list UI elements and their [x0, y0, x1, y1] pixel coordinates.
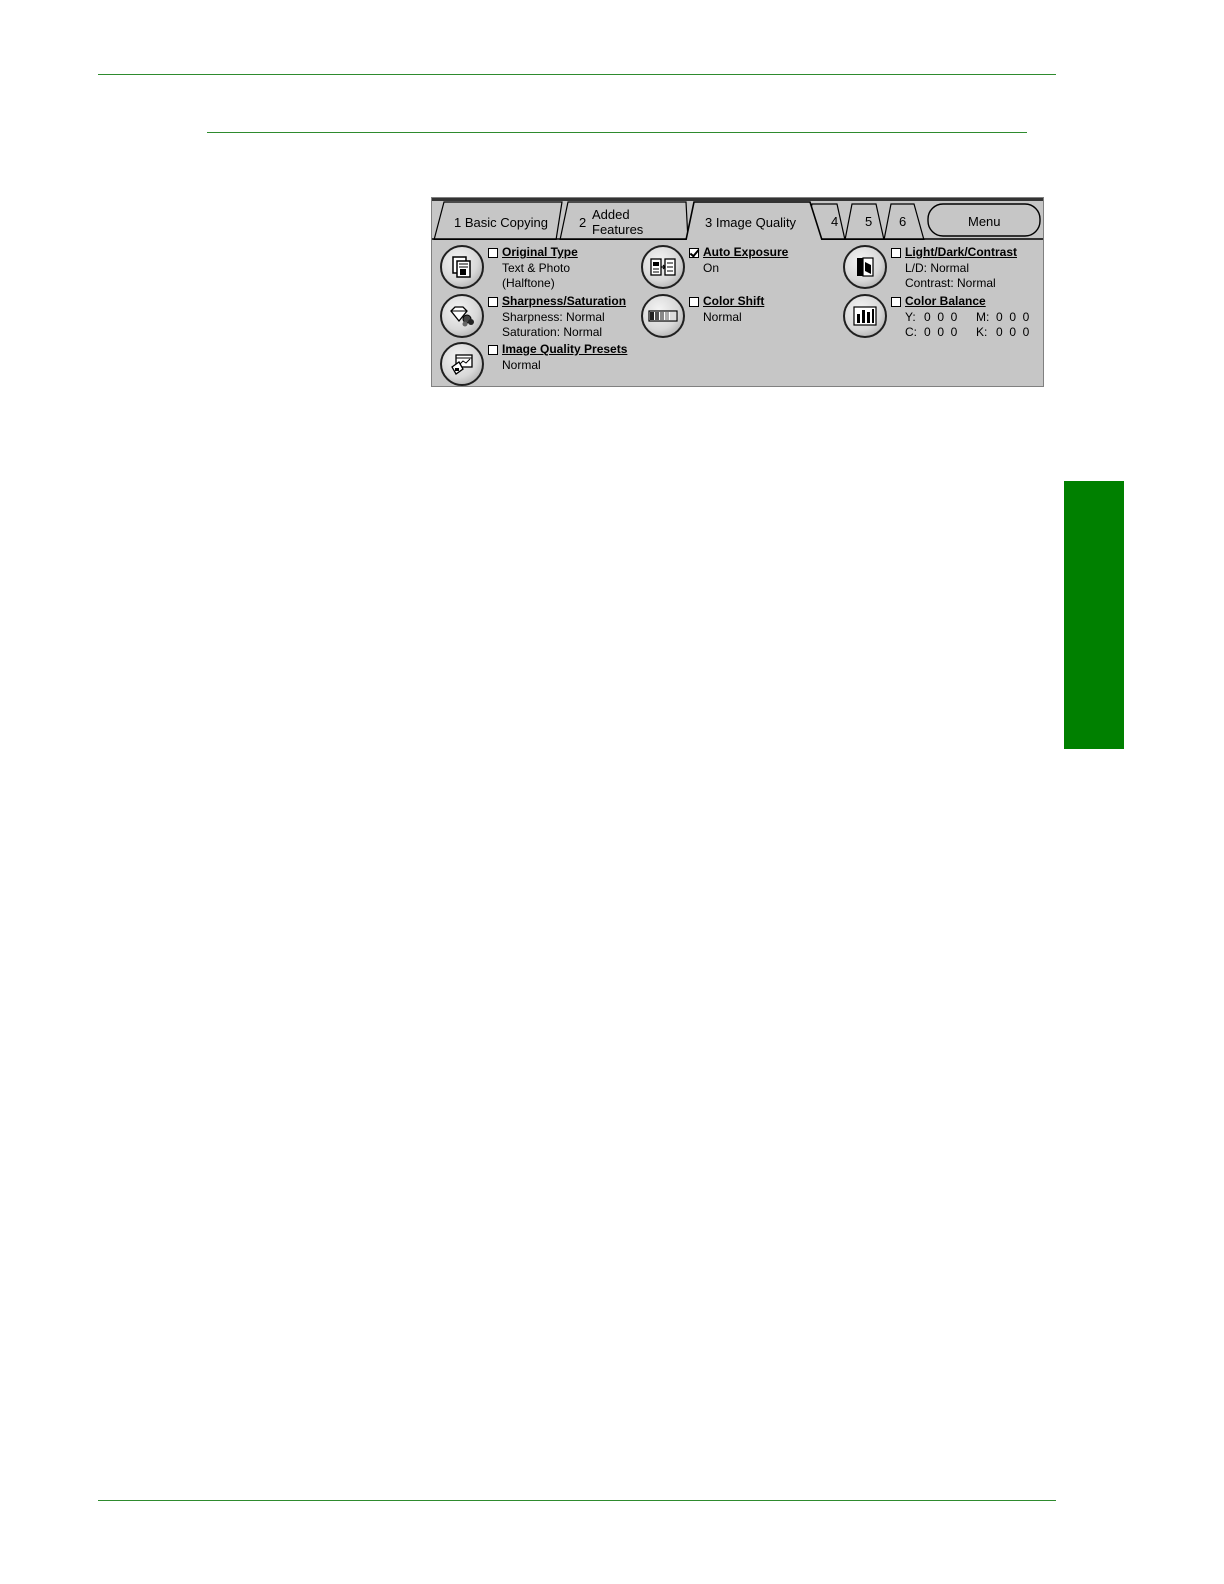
image-quality-presets-button[interactable]: [440, 342, 484, 386]
auto-exposure-button[interactable]: [641, 245, 685, 289]
original-type-value: Text & Photo: [502, 261, 571, 275]
color-balance-icon: [853, 306, 877, 326]
menu-button[interactable]: Menu: [968, 214, 1001, 229]
cyan-label: C:: [905, 325, 917, 339]
auto-exposure-value: On: [703, 261, 720, 275]
tab-5[interactable]: 5: [865, 214, 872, 229]
yellow-values: 0 0 0: [924, 310, 958, 324]
image-quality-panel: Original Type Text & Photo (Halftone) Sh…: [432, 240, 1043, 386]
contrast-value: Contrast: Normal: [905, 276, 996, 290]
color-shift-checkbox[interactable]: [689, 297, 699, 307]
sharpness-saturation-button[interactable]: [440, 294, 484, 338]
color-balance-checkbox[interactable]: [891, 297, 901, 307]
tab-added-features-label2[interactable]: Features: [592, 222, 643, 237]
original-type-title[interactable]: Original Type: [502, 245, 578, 260]
original-type-button[interactable]: [440, 245, 484, 289]
color-balance-row-ck: C: 0 0 0 K: 0 0 0: [905, 325, 1029, 340]
cyan-values: 0 0 0: [924, 325, 958, 339]
light-dark-contrast-icon: [857, 257, 874, 277]
image-quality-presets-checkbox[interactable]: [488, 345, 498, 355]
original-type-checkbox[interactable]: [488, 248, 498, 258]
image-quality-presets-icon: [451, 354, 473, 375]
auto-exposure-icon: [650, 258, 676, 276]
footer-rule: [98, 1500, 1056, 1501]
sharpness-saturation-title[interactable]: Sharpness/Saturation: [502, 294, 626, 309]
header-rule: [98, 74, 1056, 75]
color-balance-button[interactable]: [843, 294, 887, 338]
color-balance-title[interactable]: Color Balance: [905, 294, 986, 309]
tab-4[interactable]: 4: [831, 214, 838, 229]
sharpness-saturation-icon: [450, 306, 474, 327]
color-shift-value: Normal: [703, 310, 742, 324]
color-shift-icon: [648, 310, 678, 322]
saturation-value: Saturation: Normal: [502, 325, 603, 339]
sharpness-saturation-checkbox[interactable]: [488, 297, 498, 307]
tab-image-quality[interactable]: 3 Image Quality: [705, 215, 796, 230]
light-dark-contrast-button[interactable]: [843, 245, 887, 289]
image-quality-presets-value: Normal: [502, 358, 541, 372]
light-dark-contrast-checkbox[interactable]: [891, 248, 901, 258]
color-shift-button[interactable]: [641, 294, 685, 338]
original-type-subvalue: (Halftone): [502, 276, 555, 290]
section-rule: [207, 132, 1027, 133]
tab-added-features-label[interactable]: Added: [592, 207, 630, 222]
magenta-values: 0 0 0: [996, 310, 1030, 324]
tab-6[interactable]: 6: [899, 214, 906, 229]
color-shift-title[interactable]: Color Shift: [703, 294, 764, 309]
black-values: 0 0 0: [996, 325, 1030, 339]
color-balance-row-ym: Y: 0 0 0 M: 0 0 0: [905, 310, 1029, 325]
auto-exposure-title[interactable]: Auto Exposure: [703, 245, 788, 260]
chapter-side-tab: [1064, 481, 1124, 749]
light-dark-value: L/D: Normal: [905, 261, 970, 275]
image-quality-presets-title[interactable]: Image Quality Presets: [502, 342, 627, 357]
black-label: K:: [976, 325, 988, 339]
light-dark-contrast-title[interactable]: Light/Dark/Contrast: [905, 245, 1017, 260]
tab-bar: 1 Basic Copying 2 Added Features 3 Image…: [432, 198, 1043, 240]
tab-added-features-number[interactable]: 2: [579, 215, 586, 230]
yellow-label: Y:: [905, 310, 916, 324]
original-type-icon: [452, 256, 471, 278]
tab-basic-copying[interactable]: 1 Basic Copying: [454, 215, 548, 230]
copier-touch-screen: 1 Basic Copying 2 Added Features 3 Image…: [431, 197, 1044, 387]
auto-exposure-checkbox[interactable]: [689, 248, 699, 258]
sharpness-value: Sharpness: Normal: [502, 310, 605, 324]
magenta-label: M:: [976, 310, 990, 324]
